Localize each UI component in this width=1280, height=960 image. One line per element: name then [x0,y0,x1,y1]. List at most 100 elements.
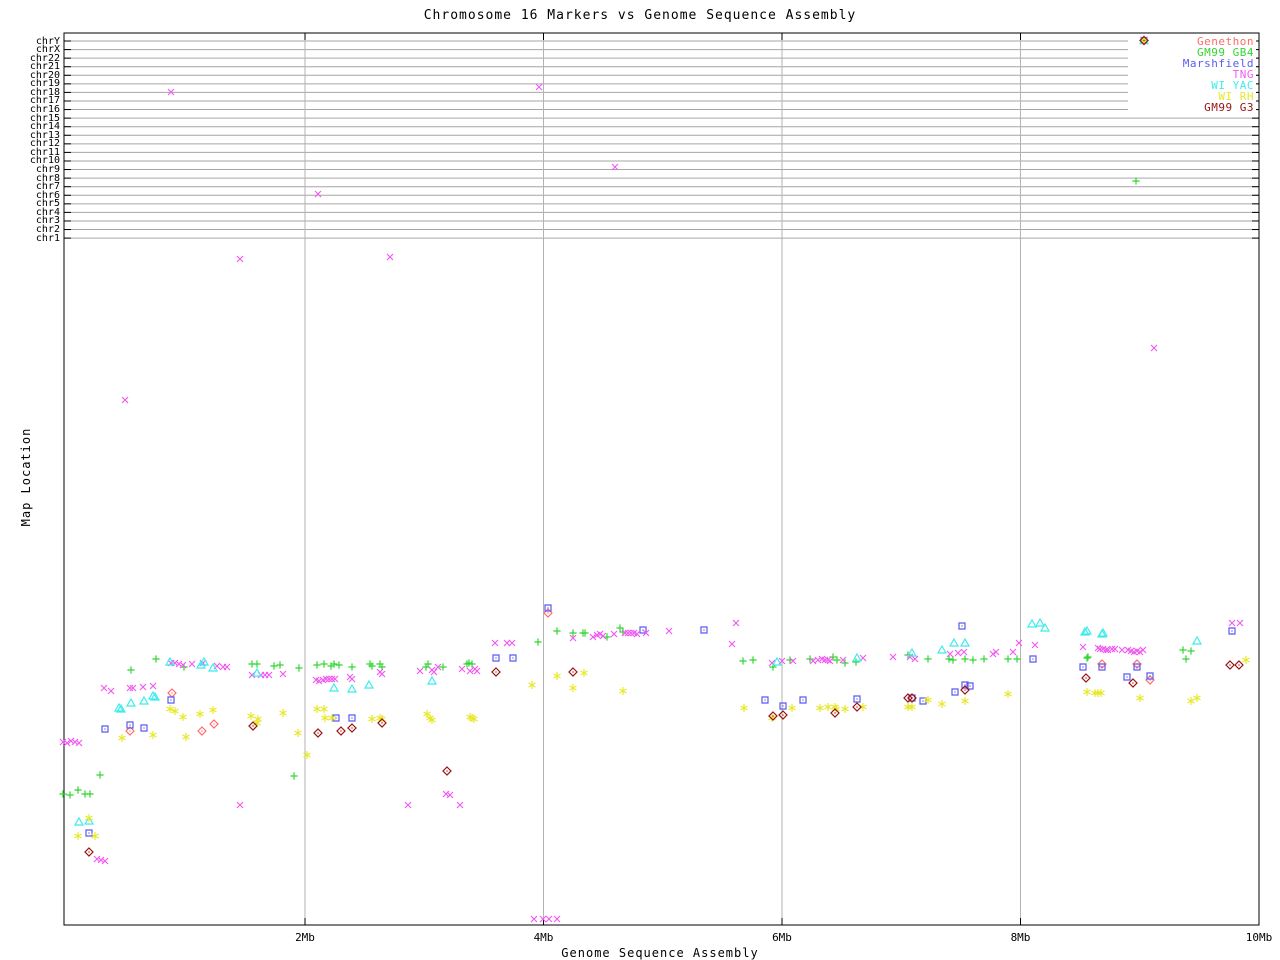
data-point [569,684,577,692]
data-point [139,683,147,691]
data-point [553,627,561,635]
data-point [209,719,219,729]
data-point [627,629,635,637]
data-point [253,660,261,668]
data-point [126,684,134,692]
data-point [1228,627,1236,635]
data-point [125,697,137,707]
data-point [236,801,244,809]
data-point [1111,645,1119,653]
data-point [544,604,552,612]
data-point [1079,643,1087,651]
data-point [852,702,862,712]
data-point [779,702,787,710]
data-point [1079,663,1087,671]
data-point [739,657,747,665]
data-point [347,723,357,733]
data-point [1139,646,1147,654]
x-tick-label-10Mb: 10Mb [1245,931,1273,944]
data-point [1150,344,1158,352]
data-point [1094,644,1102,652]
series-tng [59,83,1244,923]
data-point [816,704,824,712]
data-point [75,739,83,747]
data-point [1034,617,1046,627]
data-point [336,726,346,736]
data-point [276,661,284,669]
data-point [179,713,187,721]
data-point [247,712,255,720]
data-point [961,697,969,705]
data-point [473,667,481,675]
data-point [129,684,137,692]
data-point [328,682,340,692]
scatter-plot [59,32,1260,926]
data-point [74,832,82,840]
x-tick-label-4Mb: 4Mb [533,931,554,944]
data-point [535,83,543,91]
data-point [1013,655,1021,663]
data-point [294,729,302,737]
data-point [619,687,627,695]
data-point [1179,646,1187,654]
series-wi-yac [73,617,1203,826]
data-point [295,664,303,672]
data-point [426,675,438,685]
data-point [152,655,160,663]
data-point [456,801,464,809]
data-point [121,396,129,404]
data-point [1118,646,1126,654]
plot-frame [63,32,1260,926]
legend: Genethon GM99 GB4 Marshfield TNG WI YAC WI RH… [1128,35,1256,114]
data-point [938,700,946,708]
data-point [992,648,1000,656]
data-point [348,675,356,683]
data-point [290,772,298,780]
data-point [491,639,499,647]
data-point [528,681,536,689]
data-point [958,622,966,630]
data-point [665,627,673,635]
x-tick-label-6Mb: 6Mb [772,931,792,944]
data-point [889,653,897,661]
data-point [1187,647,1195,655]
series-gm99-gb4 [59,177,1195,799]
data-point [610,630,618,638]
data-point [188,660,196,668]
data-point [386,253,394,261]
data-point [66,791,74,799]
data-point [197,726,207,736]
data-point [553,672,561,680]
data-point [1015,639,1023,647]
data-point [1123,673,1131,681]
data-point [491,667,501,677]
data-point [118,734,126,742]
data-point [553,915,561,923]
data-point [1136,694,1144,702]
data-point [1031,641,1039,649]
data-point [728,640,736,648]
data-point [279,670,287,678]
series-wi-rh [74,656,1250,840]
data-point [904,703,912,711]
data-point [321,714,329,722]
series-gm99-g3 [84,660,1244,857]
y-tick-label-chr1: chr1 [35,232,60,244]
data-point [320,705,328,713]
data-point [908,703,916,711]
data-point [378,670,386,678]
data-point [948,637,960,647]
data-point [1108,645,1116,653]
data-point [1083,654,1091,662]
data-point [458,665,466,673]
data-point [1234,660,1244,670]
data-point [196,710,204,718]
x-tick-label-8Mb: 8Mb [1010,931,1031,944]
data-point [416,667,424,675]
data-point [100,684,108,692]
legend-marker-icon [1139,35,1149,46]
data-point [325,675,333,683]
data-point [85,829,93,837]
data-point [167,688,177,698]
data-point [700,626,708,634]
